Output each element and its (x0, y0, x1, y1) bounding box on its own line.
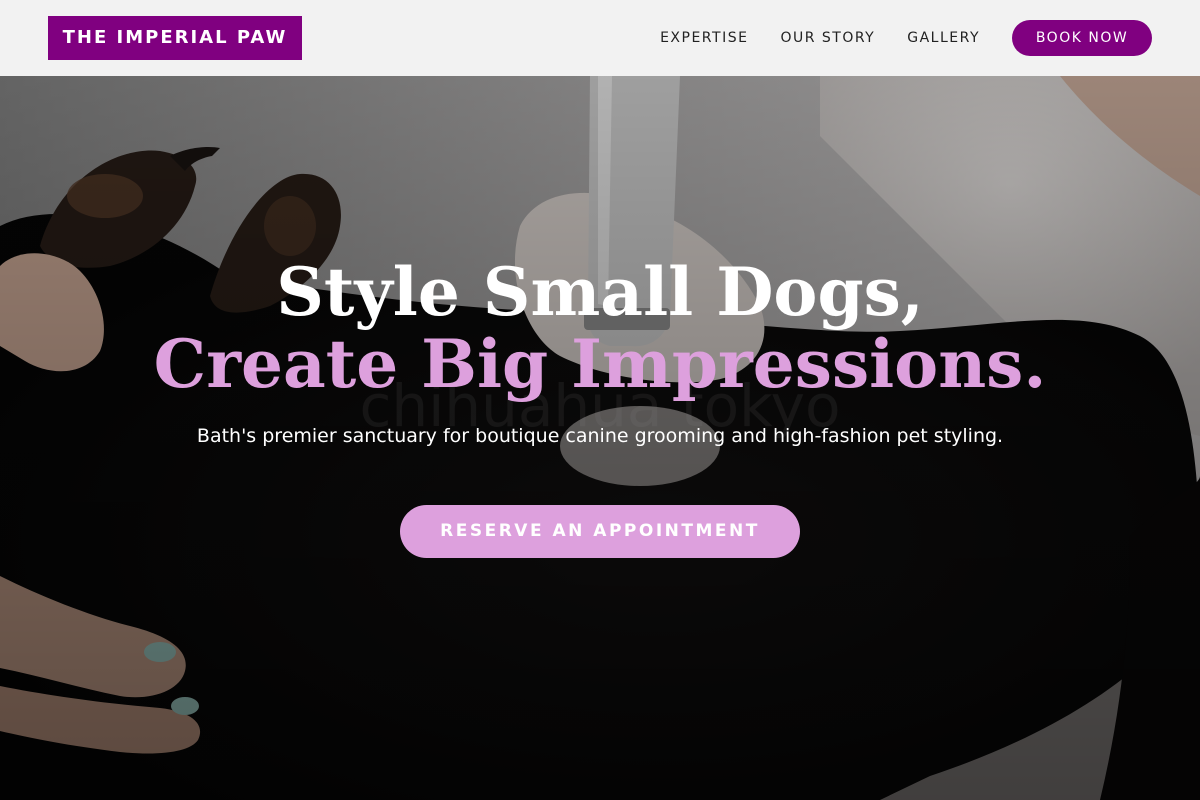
hero-headline-line1: Style Small Dogs, (276, 253, 924, 331)
nav-link-our-story[interactable]: OUR STORY (780, 30, 875, 46)
hero-subtitle: Bath's premier sanctuary for boutique ca… (196, 425, 1004, 447)
reserve-appointment-button[interactable]: RESERVE AN APPOINTMENT (400, 505, 800, 558)
hero-section: chihuahua tokyo Style Small Dogs, Create… (0, 76, 1200, 800)
nav-link-gallery[interactable]: GALLERY (907, 30, 980, 46)
hero-headline-line2: Create Big Impressions. (153, 325, 1047, 403)
nav-link-expertise[interactable]: EXPERTISE (660, 30, 748, 46)
brand-logo[interactable]: THE IMPERIAL PAW (48, 16, 302, 60)
main-nav: EXPERTISE OUR STORY GALLERY BOOK NOW (660, 20, 1152, 56)
site-header: THE IMPERIAL PAW EXPERTISE OUR STORY GAL… (0, 0, 1200, 76)
book-now-button[interactable]: BOOK NOW (1012, 20, 1152, 56)
